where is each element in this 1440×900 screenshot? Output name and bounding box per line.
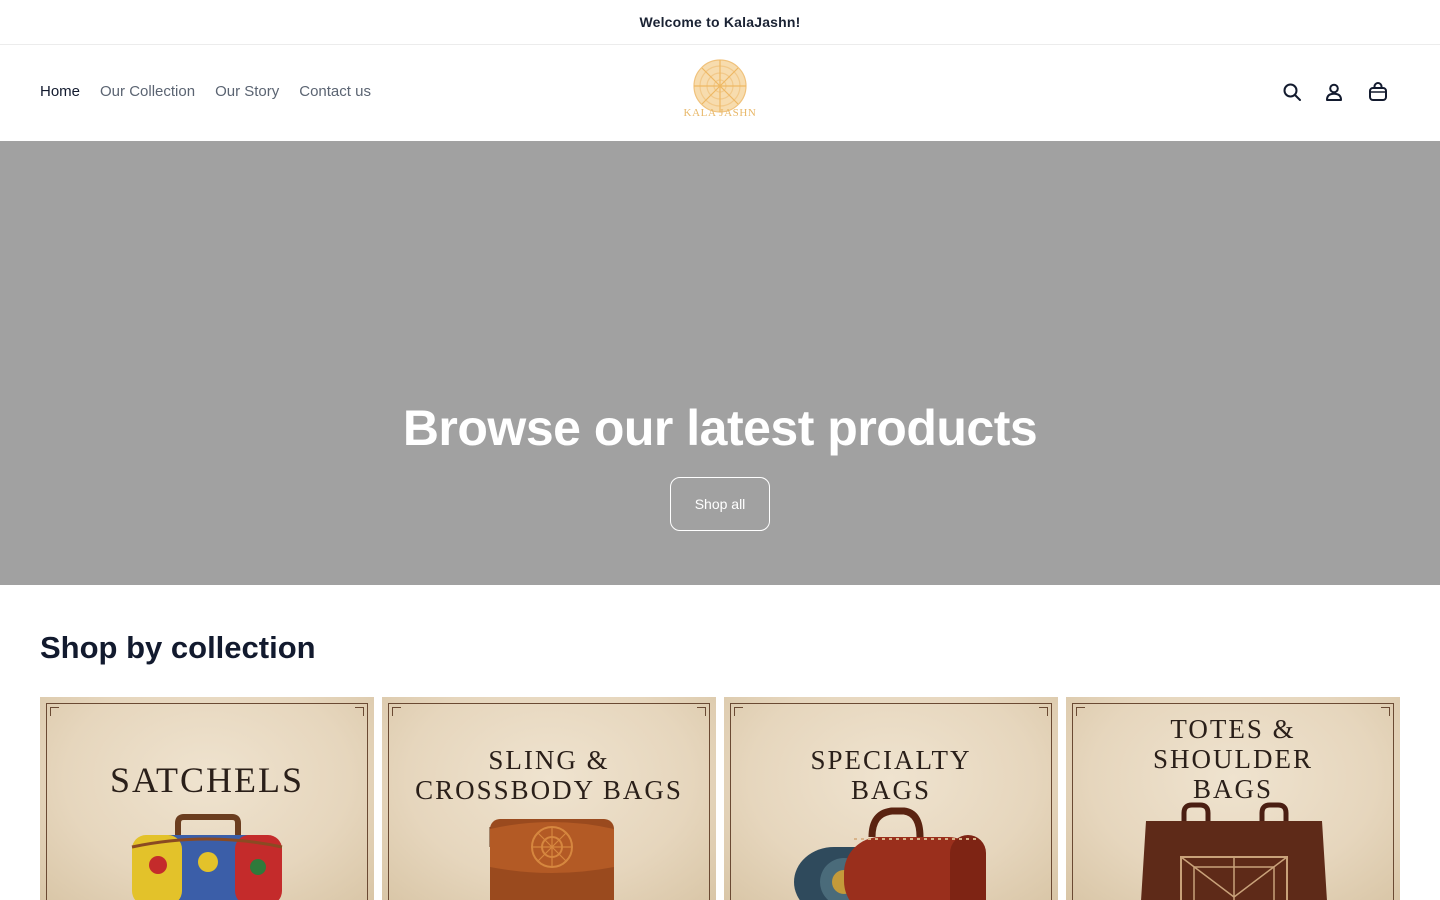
logo-text: KALA JASHN bbox=[683, 107, 757, 119]
account-icon[interactable] bbox=[1323, 81, 1345, 103]
cart-icon[interactable] bbox=[1367, 81, 1389, 103]
hero-banner: Browse our latest products Shop all bbox=[0, 141, 1440, 585]
announcement-bar: Welcome to KalaJashn! bbox=[0, 0, 1440, 45]
collections-title: Shop by collection bbox=[40, 630, 316, 665]
search-icon[interactable] bbox=[1281, 81, 1303, 103]
nav-our-story[interactable]: Our Story bbox=[215, 83, 279, 100]
nav-our-collection[interactable]: Our Collection bbox=[100, 83, 195, 100]
collection-card-totes-shoulder[interactable]: TOTES & SHOULDER BAGS bbox=[1066, 697, 1400, 900]
main-nav: Home Our Collection Our Story Contact us bbox=[40, 83, 371, 100]
collection-card-sling-crossbody[interactable]: SLING & CROSSBODY BAGS bbox=[382, 697, 716, 900]
specialty-bag-image bbox=[794, 807, 986, 900]
site-header: Home Our Collection Our Story Contact us… bbox=[0, 45, 1440, 141]
sling-bag-image bbox=[489, 819, 614, 900]
tote-bag-image bbox=[1141, 802, 1327, 900]
shop-all-button[interactable]: Shop all bbox=[670, 477, 770, 531]
collection-card-satchels[interactable]: SATCHELS bbox=[40, 697, 374, 900]
satchel-bag-image bbox=[131, 814, 283, 900]
collection-card-specialty[interactable]: SPECIALTY BAGS bbox=[724, 697, 1058, 900]
nav-contact-us[interactable]: Contact us bbox=[299, 83, 371, 100]
hero-title: Browse our latest products bbox=[402, 400, 1038, 456]
nav-home[interactable]: Home bbox=[40, 83, 80, 100]
collection-grid: SATCHELS SLING & CROSSBODY BAGS SPECIALT… bbox=[40, 697, 1400, 900]
announcement-text: Welcome to KalaJashn! bbox=[639, 14, 801, 30]
